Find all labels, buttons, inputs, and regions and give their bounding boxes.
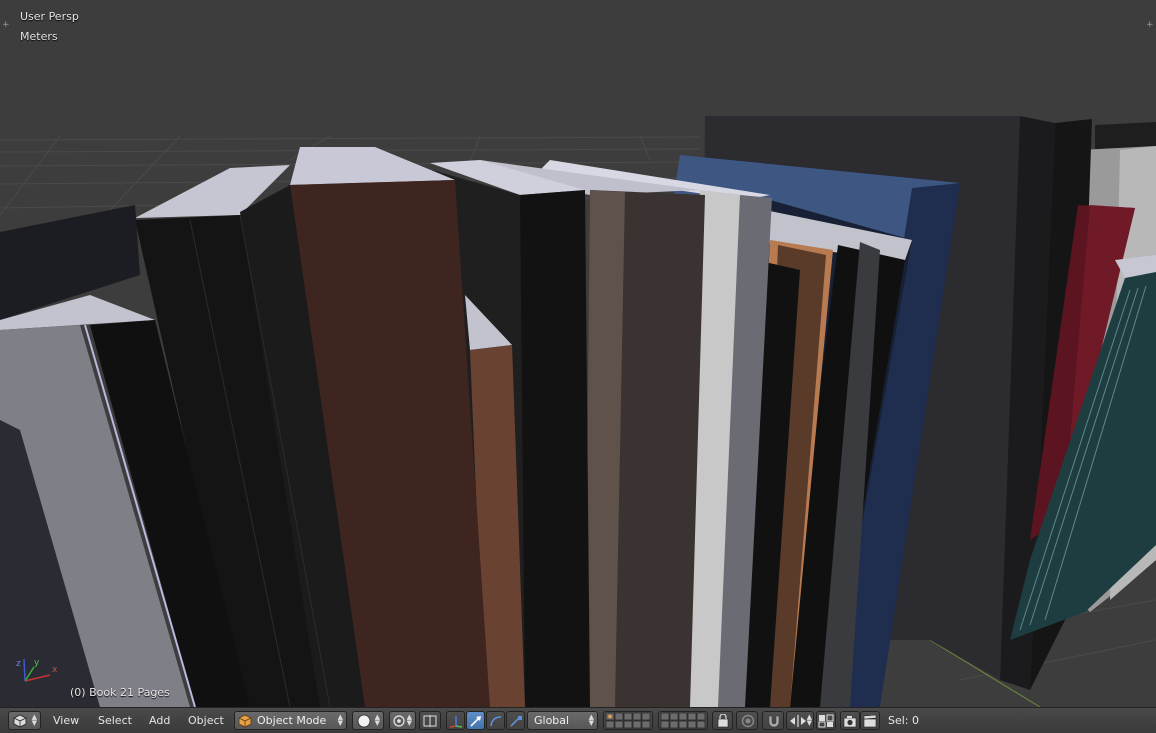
rotate-icon [490,716,502,727]
pivot-point-icon [393,715,405,727]
shading-sphere-icon [357,714,371,728]
render-animation-button[interactable] [860,711,880,730]
layers-group-2[interactable] [658,711,708,730]
editor-type-icon [13,714,27,728]
book-far-right-top [1095,122,1156,150]
layers-grid-icon [660,712,706,729]
layers-grid-icon [605,712,651,729]
area-split-right-icon[interactable]: + [1146,21,1154,30]
chevron-updown-icon: ▲ ▼ [588,713,594,727]
render-camera-icon [843,716,857,728]
pivot-point-button[interactable]: ▲ ▼ [389,711,416,730]
viewport-header: ▲ ▼ View Select Add Object Object Mode ▲ ▼… [0,707,1156,733]
manipulator-icon [449,716,463,728]
scene-render [0,116,1156,707]
menu-select[interactable]: Select [98,714,132,727]
snap-target-icon [818,714,834,728]
scale-icon [510,716,522,727]
scale-button[interactable] [506,711,525,730]
clapper-icon [863,714,877,728]
3d-viewport[interactable]: User Persp Meters + + x y z (0) Book 21 … [0,0,1156,707]
render-opengl-button[interactable] [840,711,860,730]
snap-target-button[interactable] [816,711,836,730]
snap-toggle[interactable] [762,711,784,730]
object-mode-cube-icon [238,714,252,728]
lock-camera-button[interactable] [712,711,733,730]
units-label: Meters [20,30,58,43]
chevron-updown-icon: ▲ ▼ [31,713,37,727]
view-label: User Persp [20,10,79,23]
snap-magnet-icon [768,715,780,728]
rotate-button[interactable] [486,711,505,730]
translate-button[interactable] [466,711,485,730]
menu-object[interactable]: Object [188,714,224,727]
axis-x-label: x [52,665,58,675]
area-split-left-icon[interactable]: + [2,21,10,30]
proportional-edit-button[interactable] [736,711,758,730]
mirror-icon [423,715,437,727]
chevron-updown-icon: ▲ ▼ [374,713,380,727]
manipulator-toggle[interactable] [446,711,465,730]
chevron-updown-icon: ▲ ▼ [337,713,343,727]
book-black-center [520,190,590,707]
orientation-label: Global [534,714,570,727]
layers-group-1[interactable] [603,711,653,730]
menu-view[interactable]: View [53,714,79,727]
menu-add[interactable]: Add [149,714,170,727]
mode-label: Object Mode [257,714,327,727]
snap-element-icon [790,715,806,727]
lock-icon [717,714,729,728]
chevron-updown-icon: ▲ ▼ [406,713,412,727]
orientation-select[interactable]: Global ▲ ▼ [527,711,598,730]
editor-type-button[interactable]: ▲ ▼ [8,711,41,730]
axis-y-label: y [34,658,40,668]
viewport-shading-button[interactable]: ▲ ▼ [352,711,384,730]
proportional-edit-icon [741,714,755,728]
snap-element-select[interactable]: ▲ ▼ [786,711,814,730]
book-brown-top [290,147,455,185]
axis-gizmo: x y z [10,655,60,690]
transform-manipulator-options[interactable] [419,711,441,730]
translate-icon [470,716,481,727]
object-info: (0) Book 21 Pages [70,686,170,699]
chevron-updown-icon: ▲ ▼ [806,713,812,727]
mode-select[interactable]: Object Mode ▲ ▼ [234,711,347,730]
selection-count: Sel: 0 [888,714,920,727]
axis-z-label: z [16,659,21,669]
